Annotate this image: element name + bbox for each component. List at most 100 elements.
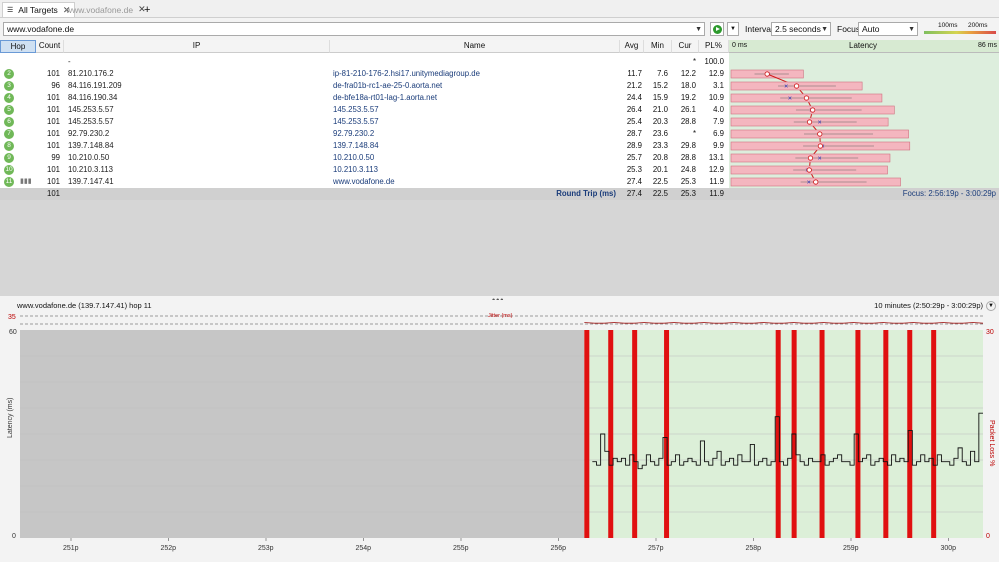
table-row[interactable]: 9 99 10.210.0.50 10.210.0.50 25.7 20.8 28.8 13.… (0, 152, 729, 164)
x-tick-label: 259p (843, 545, 859, 552)
add-tab-button[interactable]: + (140, 2, 154, 17)
cell-pl: 4.0 (713, 105, 724, 114)
avg-marker (806, 119, 813, 125)
y-left-min: 0 (12, 533, 16, 540)
legend-200-label: 200ms (968, 22, 988, 29)
target-input[interactable]: www.vodafone.de ▼ (3, 22, 705, 36)
cell-name: 139.7.148.84 (333, 141, 379, 150)
cell-min: 15.9 (652, 93, 668, 102)
cell-pl: 9.9 (713, 141, 724, 150)
cell-ip: 84.116.190.34 (68, 93, 118, 102)
avg-marker (813, 179, 819, 185)
cell-min: 23.6 (652, 129, 668, 138)
table-row[interactable]: 7 101 92.79.230.2 92.79.230.2 28.7 23.6 * 6.9 (0, 128, 729, 140)
summary-cur: 25.3 (680, 189, 696, 198)
tab-vodafone[interactable]: www.vodafone.de ✕ (62, 2, 150, 17)
cell-cur: * (692, 129, 696, 138)
focus-select[interactable]: Auto ▼ (858, 22, 918, 36)
col-pl-header[interactable]: PL% (699, 40, 729, 53)
summary-row: 101 Round Trip (ms) 27.4 22.5 25.3 11.9 … (0, 188, 999, 200)
avg-marker (793, 83, 800, 89)
cell-count: 101 (46, 105, 60, 114)
focus-label: Focus (837, 24, 861, 34)
hop-badge: 5 (4, 105, 14, 115)
col-ip-header[interactable]: IP (64, 40, 330, 53)
packet-loss-bar (584, 330, 590, 538)
col-min-header[interactable]: Min (644, 40, 672, 53)
x-tick-label: 251p (63, 545, 79, 552)
table-row[interactable]: 3 96 84.116.191.209 de-fra01b-rc1-ae-25-0.a… (0, 80, 729, 92)
table-row[interactable]: 4 101 84.116.190.34 de-bfe18a-rt01-lag-1.ao… (0, 92, 729, 104)
cell-pl: 10.9 (708, 93, 724, 102)
col-hop-header[interactable]: Hop (0, 40, 36, 53)
current-marker: × (818, 120, 822, 127)
cell-ip: 145.253.5.57 (68, 117, 114, 126)
cell-ip: 139.7.148.84 (68, 141, 114, 150)
col-name-header[interactable]: Name (330, 40, 620, 53)
cell-count: 101 (46, 69, 60, 78)
cell-count: 99 (51, 153, 60, 162)
cell-ip: 145.253.5.57 (68, 105, 114, 114)
play-button[interactable] (710, 22, 724, 36)
x-tick-label: 252p (161, 545, 177, 552)
packet-loss-bar (819, 330, 825, 538)
tab-label: www.vodafone.de (66, 4, 134, 15)
chevron-down-icon[interactable]: ▼ (986, 301, 996, 311)
table-row[interactable]: 8 101 139.7.148.84 139.7.148.84 28.9 23.3 29.8… (0, 140, 729, 152)
cell-ip: 81.210.176.2 (68, 69, 114, 78)
x-tick-label: 258p (746, 545, 762, 552)
cell-cur: 28.8 (680, 117, 696, 126)
col-avg-header[interactable]: Avg (620, 40, 644, 53)
cell-name (333, 56, 613, 68)
cell-pl: 12.9 (708, 69, 724, 78)
x-tick-label: 256p (551, 545, 567, 552)
tab-label: All Targets (18, 5, 58, 15)
summary-min: 22.5 (652, 189, 668, 198)
table-row[interactable]: - * 100.0 (0, 56, 729, 68)
cell-avg: 24.4 (626, 93, 642, 102)
table-row[interactable]: 6 101 145.253.5.57 145.253.5.57 25.4 20.3 28.8… (0, 116, 729, 128)
table-row[interactable]: 11 ▮▮▮ 101 139.7.147.41 www.vodafone.de 27.4 2… (0, 176, 729, 188)
cell-min: 23.3 (652, 141, 668, 150)
graph-range-label[interactable]: 10 minutes (2:50:29p - 3:00:29p) (874, 300, 983, 312)
empty-area (0, 200, 999, 296)
avg-marker (817, 131, 823, 137)
graph-header: www.vodafone.de (139.7.147.41) hop 11 10… (0, 300, 999, 312)
col-cur-header[interactable]: Cur (672, 40, 699, 53)
cell-min: 20.1 (652, 165, 668, 174)
hop-badge: 2 (4, 69, 14, 79)
cell-name: 10.210.0.50 (333, 153, 375, 162)
interval-select[interactable]: 2.5 seconds ▼ (771, 22, 831, 36)
y-left-max: 60 (9, 329, 17, 336)
cell-min: 21.0 (652, 105, 668, 114)
cell-avg: 28.7 (626, 129, 642, 138)
cell-name: 10.210.3.113 (333, 165, 378, 174)
play-options-button[interactable]: ▼ (727, 22, 739, 36)
trace-table: Hop Count IP Name Avg Min Cur PL% - * 100.… (0, 40, 729, 200)
cell-avg: 25.3 (626, 165, 642, 174)
cell-ip: - (68, 57, 71, 66)
cell-ip: 92.79.230.2 (68, 129, 110, 138)
cell-min (644, 56, 668, 68)
cell-name: 92.79.230.2 (333, 129, 375, 138)
cell-avg: 25.4 (626, 117, 642, 126)
table-row[interactable]: 10 101 10.210.3.113 10.210.3.113 25.3 20.1 24.… (0, 164, 729, 176)
jitter-line (584, 322, 984, 324)
hop-badge: 4 (4, 93, 14, 103)
table-row[interactable]: 5 101 145.253.5.57 145.253.5.57 26.4 21.0 26.1… (0, 104, 729, 116)
cell-name: de-fra01b-rc1-ae-25-0.aorta.net (333, 81, 443, 90)
cell-avg: 28.9 (626, 141, 642, 150)
x-tick-label: 257p (648, 545, 664, 552)
y-right-max: 30 (986, 329, 994, 336)
packet-loss-bar (883, 330, 889, 538)
cell-ip: 139.7.147.41 (68, 177, 114, 186)
cell-name: de-bfe18a-rt01-lag-1.aorta.net (333, 93, 438, 102)
col-count-header[interactable]: Count (36, 40, 64, 53)
latency-history-chart: 35 Jitter (ms) 60 0 30 0 Latency (ms) Packet Lo… (7, 313, 995, 552)
x-tick-label: 253p (258, 545, 274, 552)
cell-avg: 21.2 (626, 81, 642, 90)
table-row[interactable]: 2 101 81.210.176.2 ip-81-210-176-2.hsi17.un… (0, 68, 729, 80)
x-tick-label: 300p (941, 545, 957, 552)
cell-cur: 18.0 (680, 81, 696, 90)
cell-ip: 10.210.0.50 (68, 153, 110, 162)
